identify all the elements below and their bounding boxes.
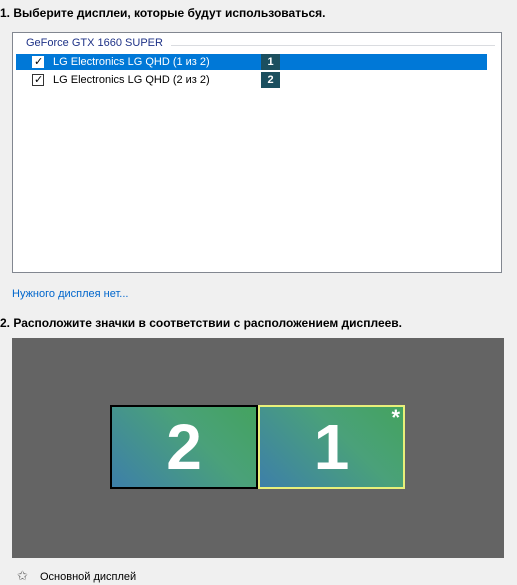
display-2-badge: 2 (261, 72, 280, 88)
check-icon: ✓ (34, 56, 44, 68)
display-1-badge: 1 (261, 54, 280, 70)
check-icon: ✓ (34, 74, 44, 86)
star-outline-icon: ✩ (17, 568, 28, 583)
monitor-2-icon[interactable]: 2 (110, 405, 258, 489)
display-2-checkbox[interactable]: ✓ (32, 74, 44, 86)
display-2-label: LG Electronics LG QHD (2 из 2) (53, 74, 210, 86)
monitor-1-icon[interactable]: 1 * (258, 405, 405, 489)
display-1-checkbox[interactable]: ✓ (32, 56, 44, 68)
step2-heading: 2. Расположите значки в соответствии с р… (0, 316, 402, 330)
primary-display-label: Основной дисплей (40, 571, 137, 583)
missing-display-link[interactable]: Нужного дисплея нет... (12, 288, 128, 300)
step1-heading: 1. Выберите дисплеи, которые будут испол… (0, 6, 326, 20)
display-arrangement-area[interactable]: 2 1 * (12, 338, 504, 558)
monitor-2-number: 2 (166, 411, 202, 483)
gpu-group-header: GeForce GTX 1660 SUPER (26, 37, 163, 49)
monitor-1-number: 1 (313, 411, 350, 483)
primary-marker-icon: * (391, 405, 400, 430)
group-divider (171, 45, 495, 46)
display-list-item-1[interactable]: ✓ LG Electronics LG QHD (1 из 2) 1 (16, 54, 487, 70)
display-list[interactable]: GeForce GTX 1660 SUPER ✓ LG Electronics … (12, 32, 502, 273)
display-list-item-2[interactable]: ✓ LG Electronics LG QHD (2 из 2) 2 (16, 72, 487, 88)
display-1-label: LG Electronics LG QHD (1 из 2) (53, 56, 210, 68)
